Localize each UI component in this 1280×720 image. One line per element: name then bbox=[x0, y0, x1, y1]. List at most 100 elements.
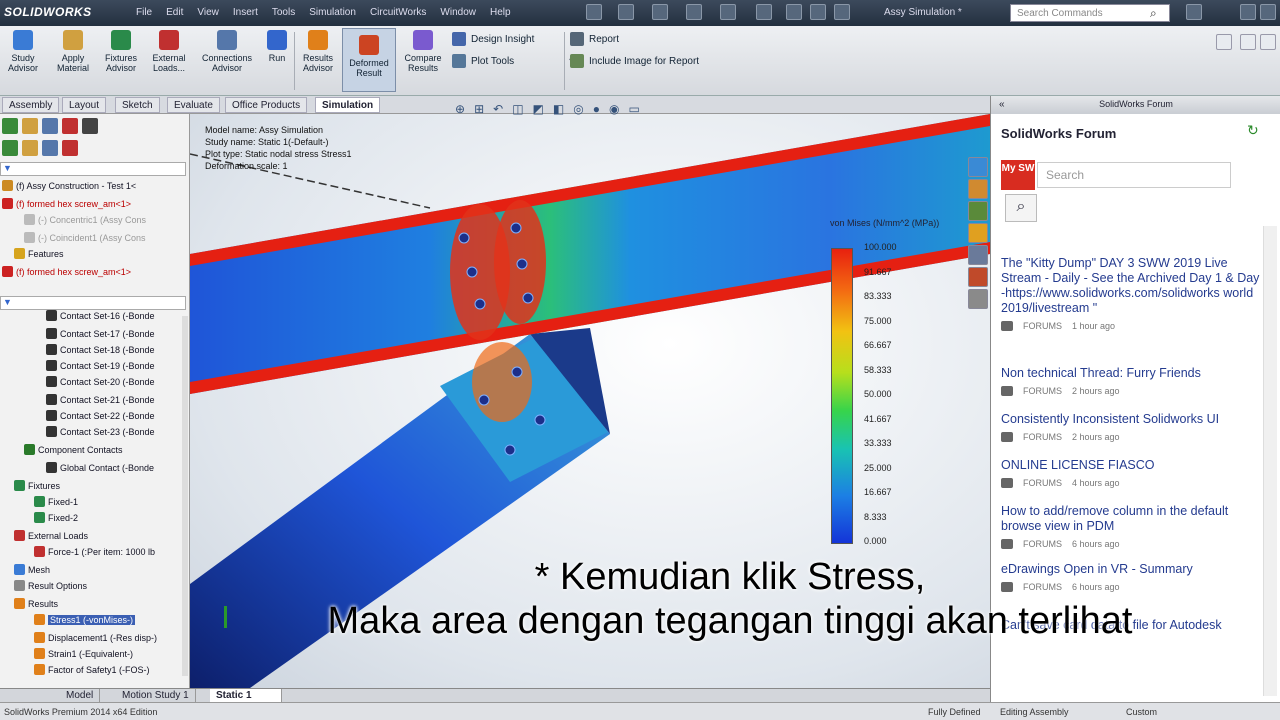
tab-assembly[interactable]: Assembly bbox=[2, 97, 60, 113]
tree-item[interactable]: Component Contacts bbox=[24, 444, 123, 455]
pin-icon[interactable]: « bbox=[999, 99, 1005, 110]
tab-sketch[interactable]: Sketch bbox=[115, 97, 160, 113]
zoom-to-fit-icon[interactable]: ⊕ bbox=[455, 102, 465, 116]
tab-motion-study-1[interactable]: Motion Study 1 bbox=[116, 689, 196, 703]
study-advisor-button[interactable]: Study Advisor bbox=[2, 30, 44, 90]
apply-material-button[interactable]: Apply Material bbox=[50, 30, 96, 90]
display-style-icon[interactable]: ◧ bbox=[553, 102, 564, 116]
tree-item[interactable]: Contact Set-20 (-Bonde bbox=[46, 376, 155, 387]
tree-item[interactable]: Contact Set-18 (-Bonde bbox=[46, 344, 155, 355]
undo-icon[interactable] bbox=[720, 4, 736, 20]
tree-item[interactable]: (f) formed hex screw_am<1> bbox=[2, 266, 131, 277]
edit-appearance-icon[interactable]: ● bbox=[593, 102, 600, 116]
tree-item[interactable]: Contact Set-16 (-Bonde bbox=[46, 310, 155, 321]
configuration-icon[interactable] bbox=[42, 118, 58, 134]
tree-item[interactable]: Contact Set-22 (-Bonde bbox=[46, 410, 155, 421]
tree-item[interactable]: (f) Assy Construction - Test 1< bbox=[2, 180, 136, 191]
sim-tree-filter-input[interactable]: ▼ bbox=[0, 296, 186, 310]
forum-post-title[interactable]: How to add/remove column in the default … bbox=[1001, 504, 1271, 534]
design-library-icon[interactable] bbox=[968, 179, 988, 199]
tree-item[interactable]: External Loads bbox=[14, 530, 88, 541]
appearances-icon[interactable] bbox=[968, 245, 988, 265]
include-image-button[interactable]: Include Image for Report bbox=[570, 54, 699, 68]
tree-item[interactable]: Stress1 (-vonMises-) bbox=[34, 614, 136, 625]
tab-office-products[interactable]: Office Products bbox=[225, 97, 308, 113]
custom-properties-icon[interactable] bbox=[968, 267, 988, 287]
view-palette-icon[interactable] bbox=[968, 223, 988, 243]
tree-item[interactable]: Displacement1 (-Res disp-) bbox=[34, 632, 157, 643]
plot-tools-button[interactable]: Plot Tools▾ bbox=[452, 54, 574, 68]
menu-help[interactable]: Help bbox=[490, 7, 511, 18]
menu-circuitworks[interactable]: CircuitWorks bbox=[370, 7, 426, 18]
forum-scrollbar[interactable] bbox=[1263, 226, 1277, 696]
units-text[interactable]: Custom bbox=[1126, 707, 1157, 717]
menu-tools[interactable]: Tools bbox=[272, 7, 295, 18]
report-button[interactable]: Report bbox=[570, 32, 619, 46]
display-manager-icon[interactable] bbox=[82, 118, 98, 134]
design-insight-button[interactable]: Design Insight bbox=[452, 32, 534, 46]
tree-item[interactable]: Contact Set-19 (-Bonde bbox=[46, 360, 155, 371]
view-settings-icon[interactable]: ▭ bbox=[628, 102, 639, 116]
refresh-icon[interactable]: ↻ bbox=[1247, 122, 1259, 139]
zoom-icon[interactable] bbox=[1216, 34, 1232, 50]
tab-model[interactable]: Model bbox=[60, 689, 101, 703]
forum-post-title[interactable]: Non technical Thread: Furry Friends bbox=[1001, 366, 1271, 381]
help-icon[interactable] bbox=[1186, 4, 1202, 20]
search-commands-input[interactable]: Search Commands bbox=[1010, 4, 1170, 22]
view-orientation-icon[interactable]: ◩ bbox=[533, 102, 544, 116]
tree-item[interactable]: Result Options bbox=[14, 580, 87, 591]
feature-tree-icon[interactable] bbox=[2, 118, 18, 134]
close-window-icon[interactable] bbox=[1260, 4, 1276, 20]
tree-item[interactable]: Features bbox=[14, 248, 64, 259]
tree-item[interactable]: (f) formed hex screw_am<1> bbox=[2, 198, 131, 209]
menu-file[interactable]: File bbox=[136, 7, 152, 18]
menu-simulation[interactable]: Simulation bbox=[309, 7, 356, 18]
zoom-area-icon[interactable]: ⊞ bbox=[474, 102, 484, 116]
select-icon[interactable] bbox=[756, 4, 772, 20]
section-view-icon[interactable]: ◫ bbox=[512, 102, 523, 116]
tab-simulation[interactable]: Simulation bbox=[315, 97, 381, 113]
sim-config-icon[interactable] bbox=[42, 140, 58, 156]
stress-color-bar[interactable] bbox=[831, 248, 853, 544]
options-icon[interactable] bbox=[834, 4, 850, 20]
apply-scene-icon[interactable]: ◉ bbox=[609, 102, 619, 116]
tree-item[interactable]: Fixed-2 bbox=[34, 512, 78, 523]
simulation-tree-icon[interactable] bbox=[2, 140, 18, 156]
forum-icon[interactable] bbox=[968, 289, 988, 309]
tree-item[interactable]: Contact Set-17 (-Bonde bbox=[46, 328, 155, 339]
menu-window[interactable]: Window bbox=[440, 7, 476, 18]
forum-post-title[interactable]: Consistently Inconsistent Solidworks UI bbox=[1001, 412, 1271, 427]
deformed-result-button[interactable]: Deformed Result bbox=[342, 28, 396, 92]
tree-item[interactable]: Fixed-1 bbox=[34, 496, 78, 507]
panel-toggle-icon[interactable] bbox=[1240, 34, 1256, 50]
tree-item[interactable]: Results bbox=[14, 598, 58, 609]
new-file-icon[interactable] bbox=[586, 4, 602, 20]
restore-window-icon[interactable] bbox=[1240, 4, 1256, 20]
forum-post-title[interactable]: ONLINE LICENSE FIASCO bbox=[1001, 458, 1271, 473]
tab-evaluate[interactable]: Evaluate bbox=[167, 97, 220, 113]
external-loads-button[interactable]: External Loads... bbox=[146, 30, 192, 90]
tree-item[interactable]: Strain1 (-Equivalent-) bbox=[34, 648, 133, 659]
menu-view[interactable]: View bbox=[197, 7, 219, 18]
sim-property-icon[interactable] bbox=[22, 140, 38, 156]
dimxpert-icon[interactable] bbox=[62, 118, 78, 134]
tree-scrollbar[interactable] bbox=[182, 316, 188, 676]
tree-item[interactable]: Mesh bbox=[14, 564, 50, 575]
resources-icon[interactable] bbox=[968, 157, 988, 177]
forum-search-input[interactable]: Search bbox=[1037, 162, 1231, 188]
tree-item[interactable]: Force-1 (:Per item: 1000 lb bbox=[34, 546, 155, 557]
tree-item[interactable]: Factor of Safety1 (-FOS-) bbox=[34, 664, 150, 675]
menu-insert[interactable]: Insert bbox=[233, 7, 258, 18]
hide-show-icon[interactable]: ◎ bbox=[573, 102, 583, 116]
forum-search-button[interactable]: ⌕ bbox=[1005, 194, 1037, 222]
run-button[interactable]: Run bbox=[262, 30, 292, 90]
forum-post-title[interactable]: The "Kitty Dump" DAY 3 SWW 2019 Live Str… bbox=[1001, 256, 1271, 316]
fixtures-advisor-button[interactable]: Fixtures Advisor bbox=[100, 30, 142, 90]
file-properties-icon[interactable] bbox=[810, 4, 826, 20]
panel-close-icon[interactable] bbox=[1260, 34, 1276, 50]
previous-view-icon[interactable]: ↶ bbox=[493, 102, 503, 116]
tree-item[interactable]: Fixtures bbox=[14, 480, 60, 491]
tree-item[interactable]: Contact Set-21 (-Bonde bbox=[46, 394, 155, 405]
compare-results-button[interactable]: Compare Results bbox=[400, 30, 446, 90]
rebuild-icon[interactable] bbox=[786, 4, 802, 20]
